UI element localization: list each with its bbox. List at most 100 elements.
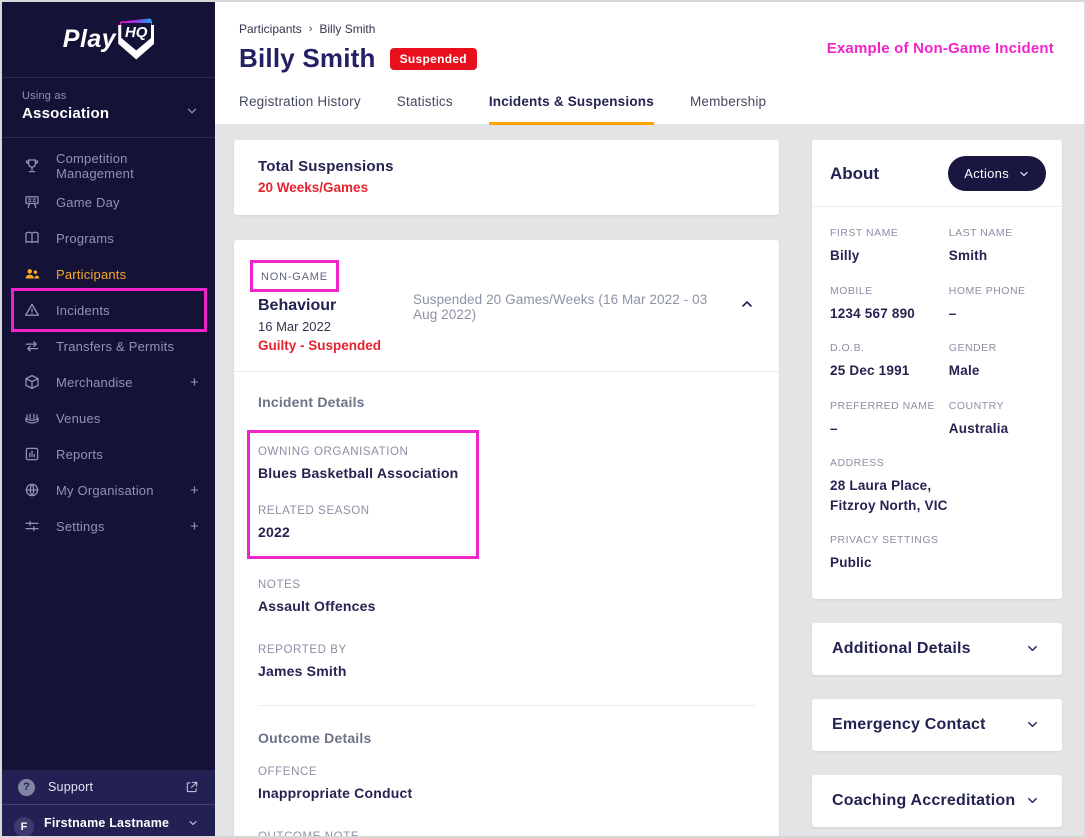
field-gender: GENDER Male — [949, 342, 1046, 381]
field-value: Assault Offences — [258, 598, 755, 614]
actions-button-label: Actions — [964, 166, 1009, 181]
page-header: Participants › Billy Smith Billy Smith S… — [215, 2, 1084, 74]
sidebar-footer: Support F Firstname Lastname — [2, 770, 215, 836]
support-link[interactable]: Support — [2, 770, 215, 804]
sidebar-item-participants[interactable]: Participants — [2, 256, 215, 292]
emergency-contact-panel[interactable]: Emergency Contact — [812, 699, 1062, 751]
content: Total Suspensions 20 Weeks/Games NON-GAM… — [215, 125, 1084, 836]
field-privacy-settings: PRIVACY SETTINGS Public — [830, 534, 1046, 573]
playhq-logo[interactable]: Play HQ — [2, 2, 215, 78]
sidebar-item-label: Settings — [56, 519, 105, 534]
tab-incidents-suspensions[interactable]: Incidents & Suspensions — [489, 94, 654, 125]
field-value: Inappropriate Conduct — [258, 785, 755, 801]
field-dob: D.O.B. 25 Dec 1991 — [830, 342, 949, 381]
breadcrumb-participants[interactable]: Participants — [239, 22, 302, 36]
divider — [812, 206, 1062, 207]
sidebar-item-competition-management[interactable]: Competition Management — [2, 148, 215, 184]
panel-title: Coaching Accreditation — [832, 792, 1015, 810]
field-owning-organisation: OWNING ORGANISATION Blues Basketball Ass… — [258, 446, 458, 481]
annotation-box-non-game: NON-GAME — [250, 260, 339, 292]
expand-plus-icon[interactable]: + — [190, 482, 199, 499]
coaching-accreditation-panel[interactable]: Coaching Accreditation — [812, 775, 1062, 827]
field-country: COUNTRY Australia — [949, 400, 1046, 439]
sidebar-item-merchandise[interactable]: Merchandise + — [2, 364, 215, 400]
additional-details-panel[interactable]: Additional Details — [812, 623, 1062, 675]
sidebar-item-game-day[interactable]: Game Day — [2, 184, 215, 220]
tab-registration-history[interactable]: Registration History — [239, 94, 361, 124]
chevron-down-icon — [1025, 793, 1040, 808]
field-last-name: LAST NAME Smith — [949, 227, 1046, 266]
breadcrumb-separator-icon: › — [309, 23, 313, 35]
sidebar-item-programs[interactable]: Programs — [2, 220, 215, 256]
sidebar-item-label: Game Day — [56, 195, 120, 210]
field-value: James Smith — [258, 663, 755, 679]
tenant-name: Association — [22, 105, 195, 122]
divider — [258, 705, 755, 706]
trophy-icon — [22, 157, 41, 176]
status-badge: Suspended — [390, 48, 477, 70]
field-label: OWNING ORGANISATION — [258, 446, 458, 458]
chevron-down-icon — [185, 104, 199, 123]
people-icon — [22, 265, 41, 284]
sidebar-item-incidents[interactable]: Incidents — [2, 292, 215, 328]
field-label: REPORTED BY — [258, 644, 755, 656]
sidebar-item-transfers-permits[interactable]: Transfers & Permits — [2, 328, 215, 364]
package-icon — [22, 373, 41, 392]
sidebar-item-label: Competition Management — [56, 151, 199, 181]
incident-meta: NON-GAME Behaviour 16 Mar 2022 Guilty - … — [258, 260, 381, 353]
divider — [234, 371, 779, 372]
bar-chart-icon — [22, 445, 41, 464]
annotation-box-org-season: OWNING ORGANISATION Blues Basketball Ass… — [247, 430, 479, 559]
field-related-season: RELATED SEASON 2022 — [258, 505, 458, 540]
sidebar-item-label: My Organisation — [56, 483, 154, 498]
field-label: NOTES — [258, 579, 755, 591]
sidebar-item-venues[interactable]: Venues — [2, 400, 215, 436]
user-menu[interactable]: F Firstname Lastname — [2, 804, 215, 836]
tenant-switcher[interactable]: Using as Association — [2, 78, 215, 138]
stadium-icon — [22, 409, 41, 428]
actions-button[interactable]: Actions — [948, 156, 1046, 191]
sidebar: Play HQ Using as Association Competition… — [2, 2, 215, 836]
breadcrumb: Participants › Billy Smith — [239, 22, 1084, 36]
scoreboard-icon — [22, 193, 41, 212]
incident-summary-text: Suspended 20 Games/Weeks (16 Mar 2022 - … — [381, 292, 739, 322]
help-icon — [18, 779, 35, 796]
field-mobile: MOBILE 1234 567 890 — [830, 285, 949, 324]
chevron-down-icon — [1018, 168, 1030, 180]
tab-statistics[interactable]: Statistics — [397, 94, 453, 124]
field-label: RELATED SEASON — [258, 505, 458, 517]
sidebar-nav: Competition Management Game Day Programs… — [2, 138, 215, 770]
sidebar-item-reports[interactable]: Reports — [2, 436, 215, 472]
using-as-label: Using as — [22, 90, 195, 102]
field-outcome-note: OUTCOME NOTE Player Suspended — [258, 831, 755, 836]
incident-card: NON-GAME Behaviour 16 Mar 2022 Guilty - … — [234, 240, 779, 836]
field-home-phone: HOME PHONE – — [949, 285, 1046, 324]
total-suspensions-value: 20 Weeks/Games — [258, 180, 755, 195]
sidebar-item-settings[interactable]: Settings + — [2, 508, 215, 544]
chevron-down-icon — [187, 817, 199, 829]
incident-verdict: Guilty - Suspended — [258, 338, 381, 353]
field-value: 2022 — [258, 524, 458, 540]
tab-membership[interactable]: Membership — [690, 94, 766, 124]
right-column: About Actions FIRST NAME Billy — [812, 140, 1062, 836]
incident-date: 16 Mar 2022 — [258, 319, 381, 334]
breadcrumb-current: Billy Smith — [319, 22, 375, 36]
left-column: Total Suspensions 20 Weeks/Games NON-GAM… — [234, 140, 779, 836]
about-card: About Actions FIRST NAME Billy — [812, 140, 1062, 599]
field-preferred-name: PREFERRED NAME – — [830, 400, 949, 439]
collapse-toggle[interactable] — [739, 296, 755, 317]
panel-title: Emergency Contact — [832, 716, 986, 734]
sidebar-item-label: Venues — [56, 411, 101, 426]
support-label: Support — [48, 780, 93, 794]
tab-bar: Registration History Statistics Incident… — [215, 74, 1084, 125]
sidebar-item-my-organisation[interactable]: My Organisation + — [2, 472, 215, 508]
expand-plus-icon[interactable]: + — [190, 518, 199, 535]
field-first-name: FIRST NAME Billy — [830, 227, 949, 266]
sidebar-item-label: Merchandise — [56, 375, 133, 390]
main-area: Participants › Billy Smith Billy Smith S… — [215, 2, 1084, 836]
expand-plus-icon[interactable]: + — [190, 374, 199, 391]
sidebar-item-label: Incidents — [56, 303, 110, 318]
incident-summary-row[interactable]: NON-GAME Behaviour 16 Mar 2022 Guilty - … — [258, 260, 755, 353]
total-suspensions-card: Total Suspensions 20 Weeks/Games — [234, 140, 779, 215]
transfer-arrows-icon — [22, 337, 41, 356]
